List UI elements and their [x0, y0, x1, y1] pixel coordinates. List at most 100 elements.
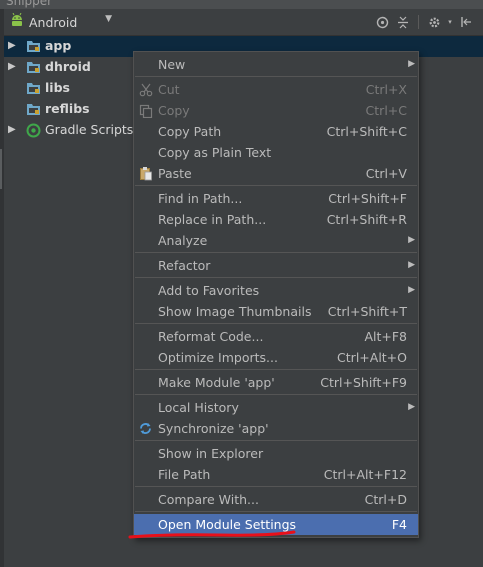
hide-panel-icon[interactable] [457, 13, 475, 31]
menu-separator [135, 440, 417, 441]
menu-separator [135, 76, 417, 77]
scissors-icon [137, 81, 154, 98]
menu-item-shortcut: Ctrl+Shift+C [326, 124, 407, 139]
module-folder-icon [26, 39, 41, 56]
menu-item-shortcut: Ctrl+Shift+T [327, 304, 407, 319]
menu-item-shortcut: Alt+F8 [364, 329, 407, 344]
menu-item-paste[interactable]: Paste Ctrl+V [134, 163, 418, 184]
menu-item-label: Add to Favorites [158, 283, 260, 298]
menu-item-shortcut: Ctrl+Shift+R [326, 212, 407, 227]
menu-item-copy-as-plain-text[interactable]: Copy as Plain Text [134, 142, 418, 163]
tree-item-label: libs [45, 80, 70, 95]
tree-item-label: Gradle Scripts [45, 122, 134, 137]
submenu-arrow-icon: ▶ [408, 235, 415, 245]
menu-item-label: Show in Explorer [158, 446, 264, 461]
menu-item-analyze[interactable]: Analyze ▶ [134, 230, 418, 251]
menu-separator [135, 323, 417, 324]
expand-arrow-icon[interactable]: ▶ [8, 61, 16, 72]
menu-item-shortcut: Ctrl+Alt+F12 [323, 467, 407, 482]
menu-item-cut[interactable]: Cut Ctrl+X [134, 79, 418, 100]
menu-item-make-module[interactable]: Make Module 'app' Ctrl+Shift+F9 [134, 372, 418, 393]
crosshair-icon[interactable] [373, 13, 391, 31]
menu-item-label: Local History [158, 400, 239, 415]
menu-item-label: Refactor [158, 258, 211, 273]
menu-item-shortcut: Ctrl+V [365, 166, 407, 181]
project-view-selector[interactable]: Android ▼ [10, 12, 116, 31]
menu-item-shortcut: F4 [391, 517, 407, 532]
menu-item-label: Make Module 'app' [158, 375, 275, 390]
menu-item-compare-with[interactable]: Compare With... Ctrl+D [134, 489, 418, 510]
menu-separator [135, 185, 417, 186]
tree-item-label: app [45, 38, 72, 53]
collapse-all-icon[interactable] [394, 13, 412, 31]
submenu-arrow-icon: ▶ [408, 59, 415, 69]
context-menu: New ▶ Cut Ctrl+X Copy Ctrl+C Copy Path C… [133, 51, 419, 538]
menu-item-synchronize[interactable]: Synchronize 'app' [134, 418, 418, 439]
menu-item-label: Find in Path... [158, 191, 243, 206]
menu-separator [135, 511, 417, 512]
expand-arrow-icon[interactable]: ▶ [8, 124, 16, 135]
menu-item-show-in-explorer[interactable]: Show in Explorer [134, 443, 418, 464]
menu-item-shortcut: Ctrl+Shift+F9 [320, 375, 407, 390]
menu-item-copy-path[interactable]: Copy Path Ctrl+Shift+C [134, 121, 418, 142]
gradle-icon [26, 123, 41, 141]
project-view-label: Android [29, 14, 78, 30]
menu-item-label: Optimize Imports... [158, 350, 278, 365]
menu-item-label: Compare With... [158, 492, 259, 507]
menu-item-replace-in-path[interactable]: Replace in Path... Ctrl+Shift+R [134, 209, 418, 230]
menu-item-label: Copy Path [158, 124, 222, 139]
chevron-down-icon: ▼ [105, 14, 112, 24]
menu-item-shortcut: Ctrl+Shift+F [328, 191, 407, 206]
toolbar-separator [418, 15, 419, 29]
menu-item-shortcut: Ctrl+X [365, 82, 407, 97]
clipboard-icon [137, 165, 154, 182]
submenu-arrow-icon: ▶ [408, 260, 415, 270]
menu-item-shortcut: Ctrl+C [365, 103, 407, 118]
tree-item-label: reflibs [45, 101, 90, 116]
menu-item-label: New [158, 57, 186, 72]
module-folder-icon [26, 81, 41, 98]
menu-item-label: File Path [158, 467, 211, 482]
gutter-marker [0, 149, 2, 189]
submenu-arrow-icon: ▶ [408, 402, 415, 412]
menu-item-copy[interactable]: Copy Ctrl+C [134, 100, 418, 121]
sync-icon [137, 420, 154, 437]
project-toolbar: Android ▼ ▾ [4, 9, 483, 36]
menu-separator [135, 277, 417, 278]
menu-item-new[interactable]: New ▶ [134, 54, 418, 75]
menu-item-find-in-path[interactable]: Find in Path... Ctrl+Shift+F [134, 188, 418, 209]
module-folder-icon [26, 102, 41, 119]
menu-item-file-path[interactable]: File Path Ctrl+Alt+F12 [134, 464, 418, 485]
menu-item-local-history[interactable]: Local History ▶ [134, 397, 418, 418]
menu-separator [135, 486, 417, 487]
menu-item-shortcut: Ctrl+Alt+O [337, 350, 407, 365]
menu-item-label: Show Image Thumbnails [158, 304, 312, 319]
menu-separator [135, 369, 417, 370]
menu-separator [135, 252, 417, 253]
red-annotation-underline [128, 530, 296, 539]
submenu-arrow-icon: ▶ [408, 285, 415, 295]
menu-item-optimize-imports[interactable]: Optimize Imports... Ctrl+Alt+O [134, 347, 418, 368]
menu-item-refactor[interactable]: Refactor ▶ [134, 255, 418, 276]
menu-item-add-to-favorites[interactable]: Add to Favorites ▶ [134, 280, 418, 301]
module-folder-icon [26, 60, 41, 77]
menu-item-reformat-code[interactable]: Reformat Code... Alt+F8 [134, 326, 418, 347]
menu-item-label: Copy [158, 103, 190, 118]
menu-item-label: Cut [158, 82, 180, 97]
menu-separator [135, 394, 417, 395]
expand-arrow-icon[interactable]: ▶ [8, 40, 16, 51]
menu-item-shortcut: Ctrl+D [364, 492, 407, 507]
tree-item-label: dhroid [45, 59, 91, 74]
copy-icon [137, 102, 154, 119]
dropdown-arrow-icon[interactable]: ▾ [446, 13, 454, 31]
menu-item-label: Synchronize 'app' [158, 421, 269, 436]
menu-item-label: Reformat Code... [158, 329, 264, 344]
menu-item-label: Analyze [158, 233, 208, 248]
gear-icon[interactable] [425, 13, 443, 31]
menu-item-label: Paste [158, 166, 192, 181]
window-title-bar: Snipper [0, 0, 483, 9]
menu-item-label: Replace in Path... [158, 212, 267, 227]
menu-item-show-image-thumbnails[interactable]: Show Image Thumbnails Ctrl+Shift+T [134, 301, 418, 322]
menu-item-label: Copy as Plain Text [158, 145, 272, 160]
android-icon [10, 12, 24, 31]
